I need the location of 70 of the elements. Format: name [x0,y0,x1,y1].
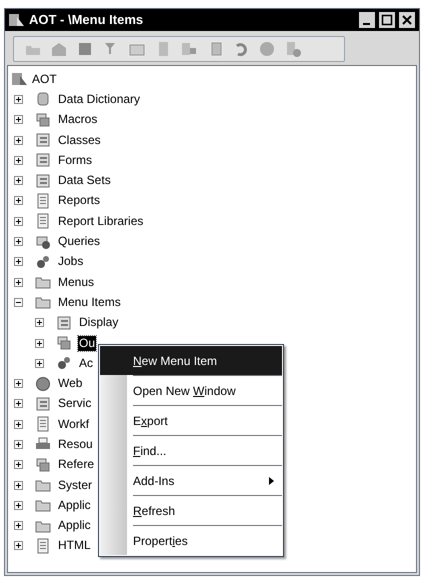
tree-item[interactable]: Display [78,315,120,330]
expand-icon[interactable] [35,338,44,348]
form-icon [35,396,51,412]
tree-item[interactable]: Menus [57,274,96,290]
app-icon [12,72,28,86]
tree-root[interactable]: AOT [32,70,57,88]
tree-item[interactable]: Report Libraries [57,214,144,229]
tree-item[interactable]: Ac [78,356,94,371]
tree-item[interactable]: Macros [57,112,98,128]
expand-icon[interactable] [14,257,23,266]
tree-item[interactable]: Data Dictionary [57,92,142,107]
menu-item[interactable]: Export [133,406,282,435]
expand-icon[interactable] [14,480,23,490]
stacked-windows-icon [35,112,51,128]
expand-icon[interactable] [14,136,23,145]
menu-item[interactable]: Open New Window [133,376,282,405]
expand-icon[interactable] [14,399,23,408]
tree-item[interactable]: Forms [57,152,93,168]
tree-item[interactable]: Syster [57,478,94,493]
form-icon [35,132,51,148]
expand-icon[interactable] [14,420,23,429]
expand-icon[interactable] [14,216,23,226]
tree-item[interactable]: Applic [57,498,92,513]
expand-icon[interactable] [35,318,44,328]
expand-icon[interactable] [14,156,23,165]
expand-icon[interactable] [14,500,23,510]
tree-item[interactable]: Resou [57,436,94,452]
menu-item[interactable]: Add-Ins [133,466,282,495]
expand-icon[interactable] [14,196,23,206]
tree-item[interactable]: HTML [57,538,92,554]
tree-item[interactable]: Servic [57,396,92,412]
database-icon [35,91,51,108]
stacked-windows-icon [35,456,51,473]
form-icon [35,152,51,168]
menu-item[interactable]: New Menu Item [100,346,282,375]
tree-item[interactable]: Reports [57,193,102,208]
window-title: AOT - \Menu Items [29,11,144,30]
expand-icon[interactable] [14,278,23,287]
close-icon[interactable] [399,12,415,28]
tree-item[interactable]: Applic [57,518,92,534]
globe-icon [35,376,51,392]
tree-item[interactable]: Ou [78,336,96,350]
menu-item[interactable]: Refresh [133,496,282,525]
form-icon [56,314,72,331]
minimize-icon[interactable] [359,12,375,28]
expand-icon[interactable] [14,115,23,124]
expand-icon[interactable] [14,521,23,530]
tree-item[interactable]: Jobs [57,254,84,270]
expand-icon[interactable] [35,358,44,368]
expand-icon[interactable] [14,460,23,470]
collapse-icon[interactable] [14,298,23,307]
menu-item[interactable]: Find... [133,436,282,465]
tree-item[interactable]: Web [57,376,84,392]
expand-icon[interactable] [14,94,23,104]
expand-icon[interactable] [14,541,23,550]
maximize-icon[interactable] [379,12,395,28]
menu-item[interactable]: Properties [133,526,282,555]
stacked-windows-icon [56,335,72,351]
form-icon [35,172,51,189]
tree-item[interactable]: Menu Items [57,294,122,310]
expand-icon[interactable] [14,237,23,246]
tree-item[interactable]: Queries [57,234,102,250]
tree-item[interactable]: Data Sets [57,173,112,188]
expand-icon[interactable] [14,176,23,186]
expand-icon[interactable] [14,440,23,449]
expand-icon[interactable] [14,379,23,388]
tree-item[interactable]: Refere [57,457,96,472]
tree-item[interactable]: Classes [57,132,102,148]
tree-item[interactable]: Workf [57,416,90,432]
app-icon [9,13,25,27]
